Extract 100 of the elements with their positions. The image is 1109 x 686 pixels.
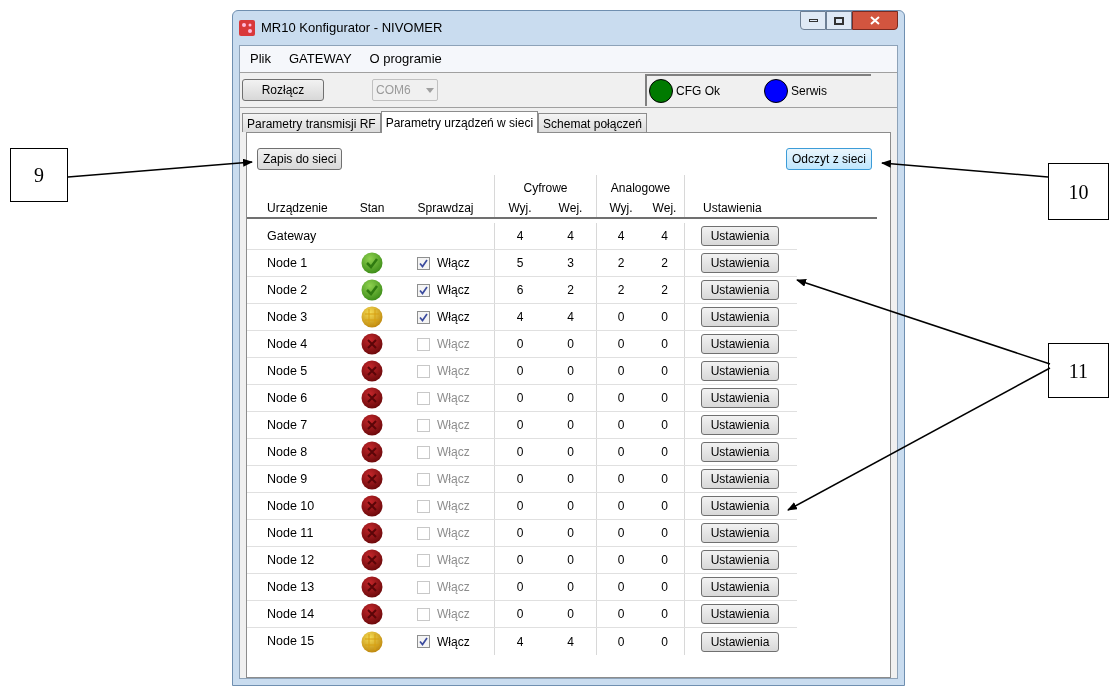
checkmark-icon: [419, 258, 428, 268]
settings-button[interactable]: Ustawienia: [701, 334, 779, 354]
checkbox-label: Włącz: [437, 471, 470, 488]
table-cell-text: 0: [515, 444, 525, 461]
tab[interactable]: Parametry transmisji RF: [242, 113, 381, 132]
settings-button[interactable]: Ustawienia: [701, 415, 779, 435]
column-group-header: Cyfrowe: [495, 175, 597, 199]
table-cell-text: 0: [661, 471, 668, 488]
table-cell-text: 4: [661, 228, 668, 245]
menu-item[interactable]: O programie: [369, 49, 442, 69]
tab[interactable]: Parametry urządzeń w sieci: [380, 111, 539, 133]
table-cell-text: 0: [567, 363, 574, 380]
table-cell-text: 0: [515, 579, 525, 596]
settings-button[interactable]: Ustawienia: [701, 577, 779, 597]
checkbox[interactable]: [417, 499, 430, 513]
table-cell-text: 0: [567, 525, 574, 542]
table-cell-text: 0: [661, 417, 668, 434]
column-header: Urządzenie: [266, 200, 329, 217]
settings-button[interactable]: Ustawienia: [701, 280, 779, 300]
checkbox[interactable]: [417, 310, 430, 324]
table-cell-text: 0: [515, 552, 525, 569]
checkbox-label: Włącz: [437, 309, 470, 326]
checkmark-icon: [419, 637, 428, 646]
checkbox[interactable]: [417, 635, 430, 648]
checkbox[interactable]: [417, 364, 430, 378]
checkmark-icon: [419, 312, 428, 322]
settings-button[interactable]: Ustawienia: [701, 469, 779, 489]
checkbox[interactable]: [417, 526, 430, 540]
settings-button[interactable]: Ustawienia: [701, 226, 779, 246]
table-cell-text: 3: [567, 255, 574, 272]
table-cell-text: 0: [567, 552, 574, 569]
table-cell-text: 2: [661, 282, 668, 299]
table-cell-text: 0: [515, 390, 525, 407]
checkbox-label: Włącz: [437, 255, 470, 272]
device-name: Node 5: [266, 362, 309, 380]
checkbox[interactable]: [417, 580, 430, 594]
table-cell-text: 0: [567, 471, 574, 488]
table-cell-text: 0: [661, 363, 668, 380]
app-icon: [239, 20, 255, 36]
settings-button[interactable]: Ustawienia: [701, 307, 779, 327]
table-cell-text: 0: [567, 498, 574, 515]
checkbox-label: Włącz: [437, 525, 470, 542]
device-name: Node 15: [266, 633, 316, 651]
column-header: Wyj.: [608, 200, 634, 217]
settings-button[interactable]: Ustawienia: [701, 253, 779, 273]
table-cell-text: 0: [616, 417, 626, 434]
device-name: Node 14: [266, 605, 316, 623]
close-button[interactable]: [852, 11, 898, 30]
table-cell-text: 2: [661, 255, 668, 272]
checkbox[interactable]: [417, 283, 430, 297]
checkbox[interactable]: [417, 445, 430, 459]
disconnect-button[interactable]: Rozłącz: [242, 79, 324, 101]
table-cell-text: 4: [515, 633, 525, 651]
settings-button[interactable]: Ustawienia: [701, 631, 779, 652]
tab[interactable]: Schemat połączeń: [538, 113, 647, 132]
settings-button[interactable]: Ustawienia: [701, 604, 779, 624]
device-name: Node 1: [266, 254, 309, 272]
table-cell-text: 2: [616, 255, 626, 272]
settings-button[interactable]: Ustawienia: [701, 442, 779, 462]
minimize-button[interactable]: [800, 11, 826, 30]
table-cell-text: 0: [567, 606, 574, 623]
settings-button[interactable]: Ustawienia: [701, 388, 779, 408]
table-cell-text: 0: [616, 309, 626, 326]
settings-button[interactable]: Ustawienia: [701, 496, 779, 516]
callout-box: 10: [1048, 163, 1109, 220]
device-name: Node 3: [266, 308, 309, 326]
checkbox-label: Włącz: [437, 336, 470, 353]
checkbox[interactable]: [417, 553, 430, 567]
checkbox-label: Włącz: [437, 417, 470, 434]
table-cell-text: 0: [661, 390, 668, 407]
checkbox-label: Włącz: [437, 282, 470, 299]
maximize-button[interactable]: [826, 11, 852, 30]
table-cell-text: 0: [567, 336, 574, 353]
settings-button[interactable]: Ustawienia: [701, 361, 779, 381]
table-cell-text: 0: [616, 390, 626, 407]
checkbox[interactable]: [417, 472, 430, 486]
indicator-label: Serwis: [791, 83, 827, 100]
menu-item[interactable]: Plik: [250, 49, 271, 69]
table-cell-text: 0: [616, 498, 626, 515]
checkbox[interactable]: [417, 418, 430, 432]
write-button[interactable]: Zapis do sieci: [257, 148, 343, 170]
checkbox[interactable]: [417, 337, 430, 351]
table-cell-text: 0: [616, 471, 626, 488]
menu-item[interactable]: GATEWAY: [288, 49, 352, 69]
column-header: Stan: [358, 200, 386, 217]
checkbox[interactable]: [417, 256, 430, 270]
device-name: Node 7: [266, 416, 309, 434]
checkbox-label: Włącz: [437, 606, 470, 623]
table-cell-text: 0: [616, 525, 626, 542]
callout-box: 9: [10, 148, 68, 202]
table-cell-text: 0: [616, 633, 626, 651]
read-button[interactable]: Odczyt z sieci: [786, 148, 872, 170]
checkbox[interactable]: [417, 391, 430, 405]
checkbox-label: Włącz: [437, 444, 470, 461]
checkbox[interactable]: [417, 607, 430, 621]
settings-button[interactable]: Ustawienia: [701, 523, 779, 543]
table-cell-text: 0: [616, 552, 626, 569]
checkbox-label: Włącz: [437, 498, 470, 515]
settings-button[interactable]: Ustawienia: [701, 550, 779, 570]
table-cell-text: 0: [515, 336, 525, 353]
